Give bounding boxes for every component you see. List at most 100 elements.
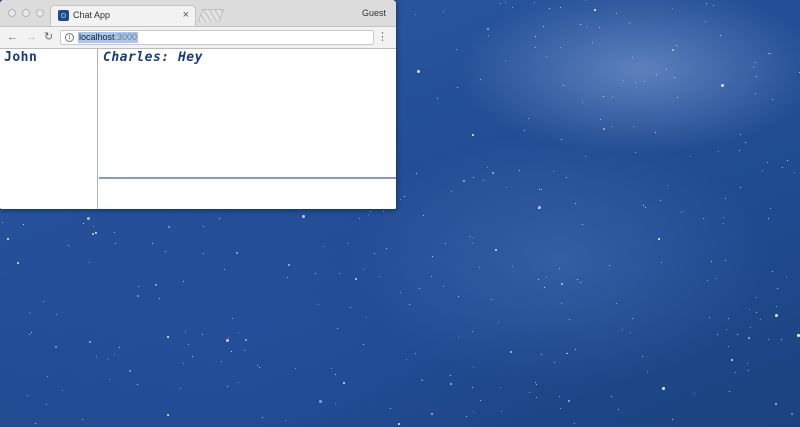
- star: [615, 13, 617, 14]
- star: [336, 327, 338, 329]
- star: [406, 359, 408, 361]
- star: [644, 206, 646, 208]
- star: [322, 246, 324, 247]
- user-list: John: [0, 49, 98, 209]
- star: [586, 25, 588, 27]
- window-close-button[interactable]: [8, 9, 16, 17]
- star: [775, 306, 777, 308]
- star: [365, 316, 367, 318]
- star: [26, 395, 28, 397]
- star: [500, 386, 502, 388]
- favicon: [58, 10, 69, 21]
- star: [179, 388, 181, 389]
- star: [472, 387, 474, 389]
- star: [400, 291, 402, 293]
- star: [524, 130, 526, 132]
- star: [581, 102, 583, 103]
- star: [331, 367, 332, 369]
- star: [719, 34, 721, 36]
- star: [129, 369, 132, 372]
- star: [228, 336, 230, 338]
- star: [747, 363, 748, 365]
- star: [478, 267, 480, 269]
- close-icon[interactable]: ×: [183, 8, 189, 22]
- star: [725, 198, 727, 200]
- star: [675, 44, 677, 46]
- browser-toolbar: ← → ↻ i localhost:3000 ⋮: [0, 27, 396, 49]
- star: [465, 415, 467, 417]
- window-minimize-button[interactable]: [22, 9, 30, 17]
- star: [511, 6, 513, 8]
- star: [631, 56, 633, 58]
- star: [727, 346, 729, 348]
- star: [88, 340, 91, 343]
- star: [457, 295, 459, 297]
- star: [631, 318, 633, 319]
- star: [749, 326, 751, 328]
- star: [487, 166, 488, 168]
- star: [457, 337, 459, 339]
- star: [715, 277, 717, 279]
- profile-button[interactable]: Guest: [362, 8, 386, 18]
- star: [334, 403, 336, 405]
- star: [726, 329, 728, 330]
- star: [546, 277, 547, 279]
- chat-page: John Charles: Hey: [0, 49, 396, 209]
- star: [545, 55, 547, 57]
- star: [538, 206, 542, 210]
- star: [46, 403, 48, 405]
- forward-icon[interactable]: →: [26, 30, 37, 44]
- star: [552, 170, 554, 172]
- star: [735, 371, 736, 373]
- star: [579, 282, 581, 284]
- star: [414, 352, 416, 354]
- info-icon[interactable]: i: [65, 33, 74, 42]
- tab-chat-app[interactable]: Chat App ×: [50, 5, 196, 26]
- star: [219, 217, 221, 219]
- star: [756, 296, 758, 298]
- star: [423, 215, 424, 217]
- star: [114, 354, 116, 356]
- star: [749, 308, 750, 310]
- back-icon[interactable]: ←: [7, 30, 18, 44]
- star: [237, 382, 239, 383]
- star: [184, 330, 186, 332]
- star: [30, 332, 32, 334]
- star: [500, 410, 502, 412]
- star: [666, 69, 668, 71]
- message-input[interactable]: [99, 179, 396, 209]
- star: [771, 99, 773, 101]
- reload-icon[interactable]: ↻: [44, 30, 53, 44]
- star: [108, 378, 110, 380]
- star: [657, 238, 660, 241]
- user-item[interactable]: John: [4, 50, 37, 65]
- star: [711, 261, 713, 263]
- star: [568, 319, 570, 321]
- star: [709, 316, 711, 318]
- star: [599, 27, 601, 29]
- star: [261, 417, 263, 418]
- star: [611, 396, 613, 398]
- menu-icon[interactable]: ⋮: [377, 30, 388, 44]
- new-tab-button[interactable]: [197, 9, 225, 22]
- window-zoom-button[interactable]: [36, 9, 44, 17]
- star: [767, 218, 769, 220]
- star: [787, 160, 789, 162]
- star: [472, 242, 474, 244]
- star: [536, 383, 537, 385]
- star: [399, 199, 401, 201]
- star: [759, 318, 761, 320]
- star: [67, 244, 69, 246]
- star: [672, 49, 675, 52]
- star: [558, 396, 560, 398]
- star: [745, 141, 747, 143]
- star: [2, 222, 4, 224]
- star: [165, 250, 167, 252]
- star: [498, 322, 500, 324]
- address-bar[interactable]: i localhost:3000: [60, 30, 374, 45]
- star: [554, 362, 556, 364]
- star: [629, 23, 631, 24]
- star: [187, 343, 189, 345]
- star: [602, 127, 605, 130]
- star: [796, 333, 800, 337]
